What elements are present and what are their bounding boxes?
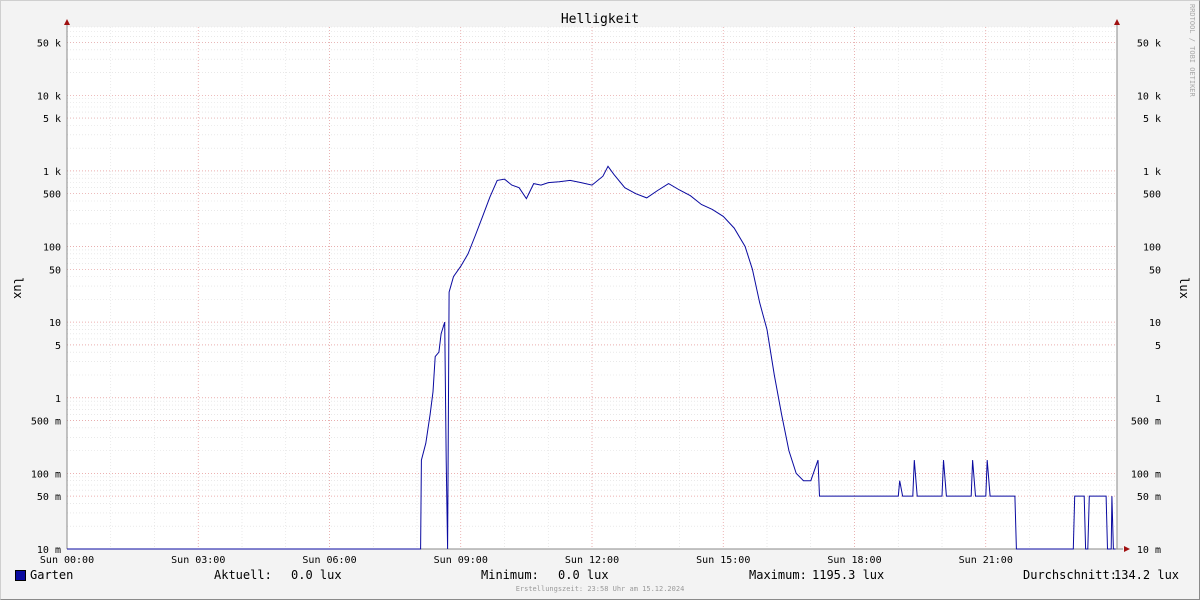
- y-tick-label-right: 1: [1155, 394, 1161, 405]
- y-tick-label-left: 100: [43, 243, 61, 254]
- x-tick-label: Sun 09:00: [434, 555, 488, 566]
- legend-max-label: Maximum:: [749, 568, 807, 582]
- y-tick-label-left: 100 m: [31, 469, 61, 480]
- y-tick-label-left: 50: [49, 265, 61, 276]
- x-tick-label: Sun 06:00: [302, 555, 356, 566]
- y-tick-label-right: 100 m: [1131, 469, 1161, 480]
- y-axis-label-right: lux: [1177, 277, 1191, 299]
- legend-min-value: 0.0 lux: [558, 568, 609, 582]
- y-tick-label-left: 1 k: [43, 167, 61, 178]
- legend-min-label: Minimum:: [481, 568, 539, 582]
- y-tick-label-left: 50 k: [37, 38, 61, 49]
- y-tick-label-left: 50 m: [37, 492, 61, 503]
- y-tick-label-right: 50: [1149, 265, 1161, 276]
- y-tick-label-left: 500: [43, 190, 61, 201]
- y-tick-label-right: 50 k: [1137, 38, 1161, 49]
- y-tick-label-right: 500 m: [1131, 417, 1161, 428]
- y-tick-label-left: 1: [55, 394, 61, 405]
- y-tick-label-right: 10 m: [1137, 545, 1161, 556]
- chart-svg: Sun 00:00 Sun 03:00 Sun 06:00 Sun 09:00 Sun …: [11, 12, 1191, 566]
- y-tick-label-right: 100: [1143, 243, 1161, 254]
- x-tick-label: Sun 21:00: [959, 555, 1013, 566]
- y-tick-label-right: 5: [1155, 341, 1161, 352]
- y-tick-label-right: 1 k: [1143, 167, 1161, 178]
- legend-series-name: Garten: [30, 568, 74, 582]
- chart-title: Helligkeit: [561, 12, 639, 27]
- y-tick-label-left: 5 k: [43, 114, 61, 125]
- y-tick-label-right: 10 k: [1137, 91, 1161, 102]
- x-tick-label: Sun 12:00: [565, 555, 619, 566]
- y-tick-label-left: 500 m: [31, 417, 61, 428]
- creation-timestamp: Erstellungszeit: 23:58 Uhr am 15.12.2024: [515, 585, 685, 593]
- x-tick-label: Sun 00:00: [40, 555, 94, 566]
- y-tick-label-left: 10 m: [37, 545, 61, 556]
- y-tick-label-right: 500: [1143, 190, 1161, 201]
- y-axis-label-left: lux: [11, 277, 25, 299]
- legend-max-value: 1195.3 lux: [812, 568, 885, 582]
- y-tick-label-left: 10 k: [37, 91, 61, 102]
- legend-avg-label: Durchschnitt:: [1023, 568, 1117, 582]
- y-tick-label-left: 5: [55, 341, 61, 352]
- y-axis-arrow-left: [64, 19, 70, 25]
- legend-avg-value: 134.2 lux: [1114, 568, 1180, 582]
- legend-current-label: Aktuell:: [214, 568, 272, 582]
- y-tick-label-left: 10: [49, 318, 61, 329]
- y-tick-label-right: 50 m: [1137, 492, 1161, 503]
- y-axis-arrow-right: [1114, 19, 1120, 25]
- y-tick-label-right: 5 k: [1143, 114, 1161, 125]
- legend-current-value: 0.0 lux: [291, 568, 342, 582]
- legend-swatch-garten: [15, 570, 26, 581]
- rrdtool-watermark: RRDTOOL / TOBI OETIKER: [1188, 4, 1196, 97]
- chart-window: Sun 00:00 Sun 03:00 Sun 06:00 Sun 09:00 Sun …: [0, 0, 1200, 600]
- y-tick-label-right: 10: [1149, 318, 1161, 329]
- x-tick-label: Sun 15:00: [696, 555, 750, 566]
- x-tick-label: Sun 03:00: [171, 555, 225, 566]
- x-axis-arrow: [1124, 546, 1130, 552]
- x-tick-label: Sun 18:00: [827, 555, 881, 566]
